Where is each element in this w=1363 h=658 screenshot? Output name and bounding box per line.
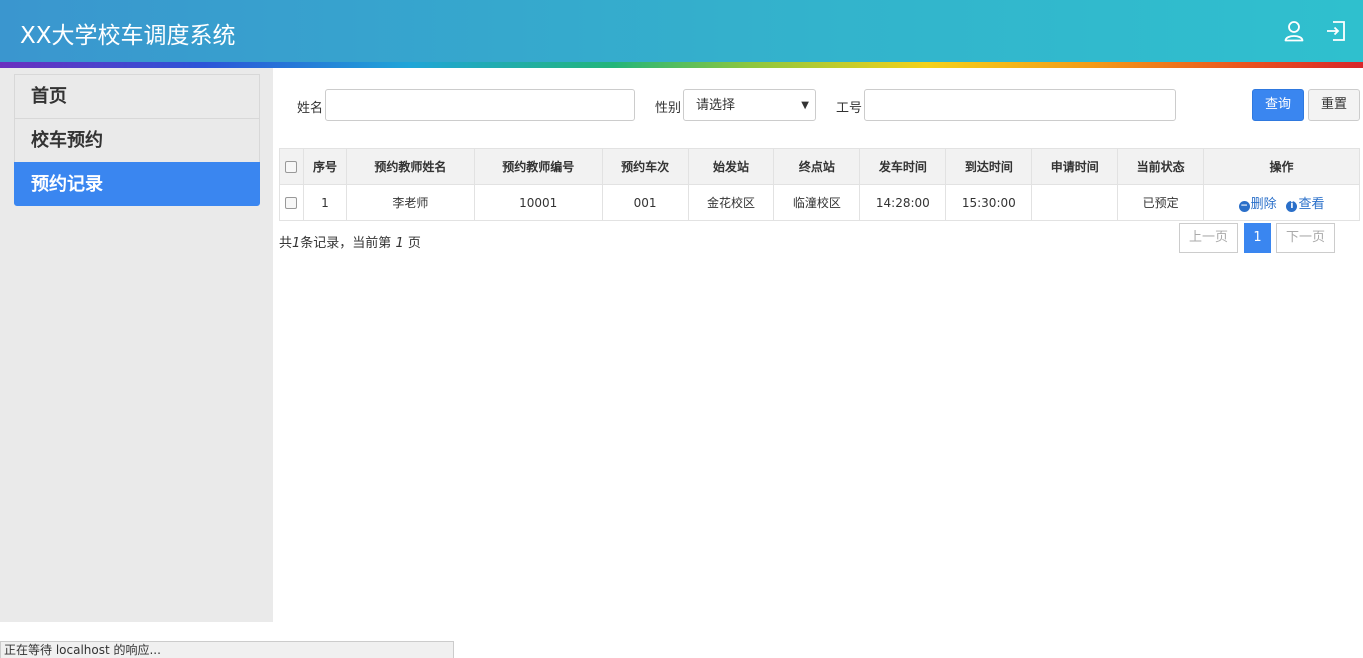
column-header: 终点站 (773, 148, 861, 185)
column-header: 发车时间 (859, 148, 947, 185)
column-header: 序号 (302, 148, 347, 185)
column-header: 预约车次 (601, 148, 689, 185)
row-index: 1 (302, 184, 347, 221)
delete-link[interactable]: − 删除 (1238, 197, 1277, 212)
sidebar-nav: 首页 校车预约 预约记录 (14, 74, 260, 206)
name-label: 姓名 (297, 101, 324, 116)
row-select-cell (279, 184, 304, 221)
query-button[interactable]: 查询 (1252, 89, 1304, 121)
app-title: XX大学校车调度系统 (20, 23, 236, 49)
depart-time-cell: 14:28:00 (859, 184, 947, 221)
row-checkbox[interactable] (285, 197, 298, 209)
actions-cell: − 删除 i 查看 (1203, 184, 1360, 221)
summary-prefix: 共 (279, 236, 293, 251)
origin-cell: 金花校区 (687, 184, 775, 221)
table-header-row: 序号 预约教师姓名 预约教师编号 预约车次 始发站 终点站 发车时间 到达时间 … (279, 148, 1360, 185)
employee-id-label: 工号 (836, 101, 863, 116)
page-1-button[interactable]: 1 (1244, 223, 1271, 253)
delete-label: 删除 (1250, 197, 1277, 212)
column-header: 预约教师姓名 (345, 148, 475, 185)
column-header: 预约教师编号 (473, 148, 603, 185)
sidebar-item-home[interactable]: 首页 (14, 74, 260, 118)
summary-mid: 条记录，当前第 (300, 236, 392, 251)
employee-id-input[interactable] (864, 89, 1176, 121)
trip-cell: 001 (601, 184, 689, 221)
summary-suffix: 页 (407, 236, 421, 251)
status-cell: 已预定 (1117, 184, 1205, 221)
records-summary: 共1条记录，当前第 1 页 (279, 232, 421, 251)
gender-label: 性别 (655, 101, 682, 116)
records-table: 序号 预约教师姓名 预约教师编号 预约车次 始发站 终点站 发车时间 到达时间 … (279, 148, 1360, 221)
column-header: 到达时间 (945, 148, 1033, 185)
column-header: 当前状态 (1117, 148, 1205, 185)
browser-status-bar: 正在等待 localhost 的响应... (0, 641, 454, 658)
column-header: 始发站 (687, 148, 775, 185)
sidebar: 首页 校车预约 预约记录 (0, 68, 273, 622)
select-all-checkbox[interactable] (285, 161, 298, 173)
column-header: 申请时间 (1031, 148, 1119, 185)
sidebar-item-bus-booking[interactable]: 校车预约 (14, 118, 260, 162)
name-input[interactable] (325, 89, 635, 121)
destination-cell: 临潼校区 (773, 184, 861, 221)
chevron-down-icon: ▼ (801, 100, 809, 111)
reset-button[interactable]: 重置 (1308, 89, 1360, 121)
app-header: XX大学校车调度系统 (0, 0, 1363, 62)
gender-select-value: 请选择 (696, 98, 736, 113)
info-circle-icon: i (1286, 201, 1298, 212)
teacher-id-cell: 10001 (473, 184, 603, 221)
view-link[interactable]: i 查看 (1286, 197, 1324, 212)
arrive-time-cell: 15:30:00 (945, 184, 1033, 221)
minus-circle-icon: − (1238, 201, 1250, 212)
summary-page: 1 (395, 236, 404, 251)
table-row: 1 李老师 10001 001 金花校区 临潼校区 14:28:00 15:30… (279, 184, 1360, 221)
next-page-button[interactable]: 下一页 (1276, 223, 1335, 253)
logout-icon[interactable] (1325, 20, 1347, 42)
prev-page-button[interactable]: 上一页 (1179, 223, 1238, 253)
view-label: 查看 (1298, 197, 1325, 212)
select-all-cell (279, 148, 304, 185)
column-header: 操作 (1203, 148, 1360, 185)
sidebar-item-booking-records[interactable]: 预约记录 (14, 162, 260, 206)
teacher-name-cell: 李老师 (345, 184, 475, 221)
gender-select[interactable]: 请选择 ▼ (683, 89, 816, 121)
user-icon[interactable] (1283, 20, 1305, 42)
apply-time-cell (1031, 184, 1119, 221)
